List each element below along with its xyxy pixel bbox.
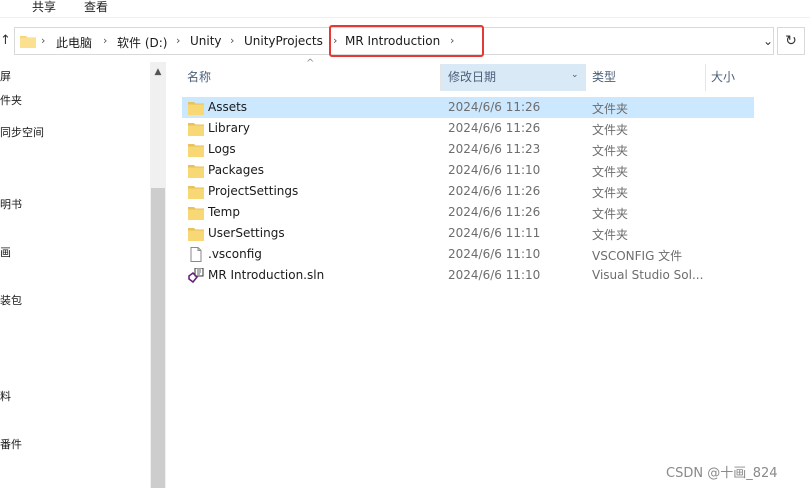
file-date: 2024/6/6 11:26 xyxy=(448,121,541,135)
file-name: Packages xyxy=(208,163,264,177)
file-icon xyxy=(190,247,202,262)
table-row[interactable]: Library 2024/6/6 11:26 文件夹 xyxy=(182,118,754,139)
column-header-type[interactable]: 类型 xyxy=(592,64,616,91)
file-type: 文件夹 xyxy=(592,102,629,116)
file-date: 2024/6/6 11:11 xyxy=(448,226,541,240)
table-row[interactable]: MR Introduction.sln 2024/6/6 11:10 Visua… xyxy=(182,265,754,286)
nav-item[interactable]: 屏 xyxy=(0,68,11,84)
nav-item[interactable]: 料 xyxy=(0,388,11,404)
column-divider[interactable] xyxy=(585,64,586,91)
up-arrow-icon[interactable]: ↑ xyxy=(0,33,11,49)
file-type: 文件夹 xyxy=(592,186,629,200)
file-name: UserSettings xyxy=(208,226,285,240)
column-divider[interactable] xyxy=(705,64,706,91)
file-date: 2024/6/6 11:10 xyxy=(448,247,541,261)
nav-item[interactable]: 画 xyxy=(0,244,11,260)
table-row[interactable]: ProjectSettings 2024/6/6 11:26 文件夹 xyxy=(182,181,754,202)
nav-item[interactable]: 件夹 xyxy=(0,92,22,108)
table-row[interactable]: Packages 2024/6/6 11:10 文件夹 xyxy=(182,160,754,181)
file-type: VSCONFIG 文件 xyxy=(592,249,683,263)
file-name: .vsconfig xyxy=(208,247,262,261)
breadcrumb-separator[interactable]: › xyxy=(103,34,107,47)
file-type: 文件夹 xyxy=(592,123,629,137)
ribbon-tab-view[interactable]: 查看 xyxy=(84,0,108,14)
file-date: 2024/6/6 11:10 xyxy=(448,268,541,282)
column-header-name[interactable]: 名称 xyxy=(187,64,211,91)
nav-item[interactable]: 装包 xyxy=(0,292,22,308)
ribbon: 共享 查看 xyxy=(0,0,810,18)
visual-studio-solution-icon xyxy=(188,268,204,283)
file-type: 文件夹 xyxy=(592,207,629,221)
breadcrumb-separator[interactable]: › xyxy=(41,34,45,47)
table-row[interactable]: Temp 2024/6/6 11:26 文件夹 xyxy=(182,202,754,223)
folder-icon xyxy=(20,36,36,48)
file-date: 2024/6/6 11:26 xyxy=(448,205,541,219)
file-name: ProjectSettings xyxy=(208,184,299,198)
file-name: Temp xyxy=(208,205,240,219)
sort-caret-icon: ^ xyxy=(306,58,315,69)
folder-icon xyxy=(188,102,204,115)
file-date: 2024/6/6 11:10 xyxy=(448,163,541,177)
folder-icon xyxy=(188,207,204,220)
column-header-size[interactable]: 大小 xyxy=(711,64,735,91)
column-header-date-label: 修改日期 xyxy=(448,70,497,84)
scrollbar-thumb[interactable] xyxy=(151,188,165,488)
file-date: 2024/6/6 11:23 xyxy=(448,142,541,156)
folder-icon xyxy=(188,228,204,241)
file-type: 文件夹 xyxy=(592,165,629,179)
file-name: Library xyxy=(208,121,250,135)
table-row[interactable]: UserSettings 2024/6/6 11:11 文件夹 xyxy=(182,223,754,244)
nav-item[interactable]: 同步空间 xyxy=(0,124,44,140)
navigation-pane: 屏 件夹 同步空间 明书 画 装包 料 番件 ▲ xyxy=(0,62,166,488)
address-row: ↑ › 此电脑 › 软件 (D:) › Unity › UnityProject… xyxy=(0,25,810,57)
table-row[interactable]: Logs 2024/6/6 11:23 文件夹 xyxy=(182,139,754,160)
file-name: MR Introduction.sln xyxy=(208,268,325,282)
column-header-date[interactable]: 修改日期 xyxy=(441,64,585,91)
file-date: 2024/6/6 11:26 xyxy=(448,100,541,114)
file-date: 2024/6/6 11:26 xyxy=(448,184,541,198)
breadcrumb-unity[interactable]: Unity xyxy=(190,34,222,48)
file-name: Assets xyxy=(208,100,248,114)
ribbon-tab-share[interactable]: 共享 xyxy=(32,0,56,14)
breadcrumb-separator[interactable]: › xyxy=(176,34,180,47)
nav-item[interactable]: 明书 xyxy=(0,196,22,212)
file-list: ^ 名称 修改日期 ⌄ 类型 大小 Assets 2024/6/6 11:26 … xyxy=(166,58,810,488)
file-type: Visual Studio Sol... xyxy=(592,268,704,282)
refresh-icon: ↻ xyxy=(785,33,797,49)
highlight-box xyxy=(329,25,484,57)
breadcrumb-unityprojects[interactable]: UnityProjects xyxy=(244,34,323,48)
chevron-down-icon[interactable]: ⌄ xyxy=(571,70,579,80)
chevron-down-icon[interactable]: ⌄ xyxy=(763,34,773,48)
table-row[interactable]: .vsconfig 2024/6/6 11:10 VSCONFIG 文件 xyxy=(182,244,754,265)
folder-icon xyxy=(188,186,204,199)
table-row[interactable]: Assets 2024/6/6 11:26 文件夹 xyxy=(182,97,754,118)
file-type: 文件夹 xyxy=(592,144,629,158)
scroll-up-icon[interactable]: ▲ xyxy=(150,64,166,80)
folder-icon xyxy=(188,144,204,157)
nav-item[interactable]: 番件 xyxy=(0,436,22,452)
file-type: 文件夹 xyxy=(592,228,629,242)
address-bar[interactable]: › 此电脑 › 软件 (D:) › Unity › UnityProjects … xyxy=(14,25,774,57)
breadcrumb-this-pc[interactable]: 此电脑 xyxy=(56,34,92,51)
folder-icon xyxy=(188,123,204,136)
refresh-button[interactable]: ↻ xyxy=(777,27,805,55)
breadcrumb-separator[interactable]: › xyxy=(230,34,234,47)
breadcrumb-drive-d[interactable]: 软件 (D:) xyxy=(117,34,167,51)
folder-icon xyxy=(188,165,204,178)
file-name: Logs xyxy=(208,142,236,156)
watermark: CSDN @十画_824 xyxy=(666,466,778,481)
